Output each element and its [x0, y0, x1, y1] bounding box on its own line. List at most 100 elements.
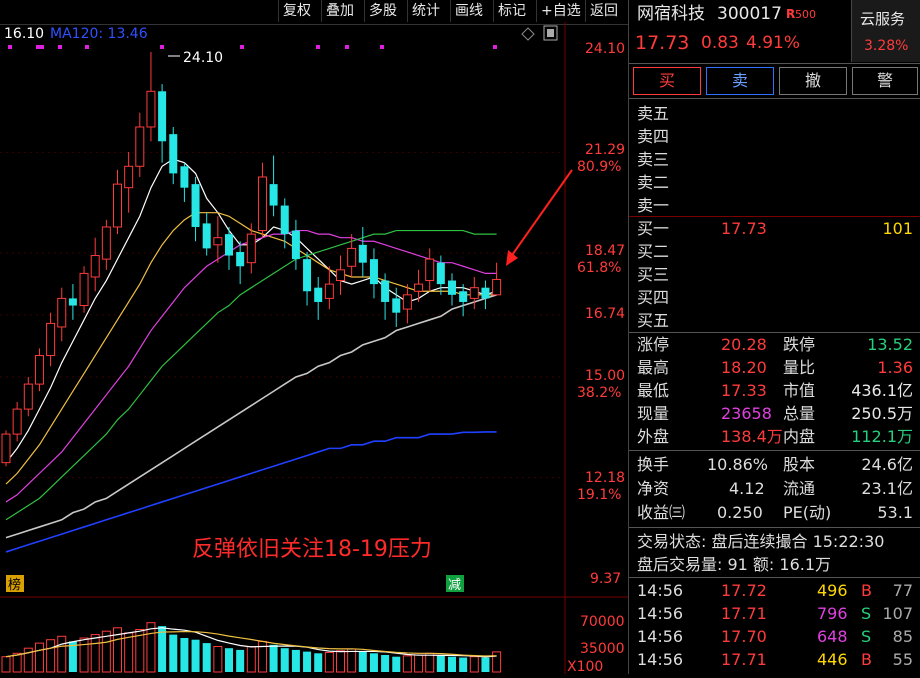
kline-chart[interactable]: 16.10 MA120: 13.46 24.10 反弹依旧关注18-19压力 榜… [0, 22, 628, 675]
price-tick: 9.37 [590, 571, 621, 587]
stat-label: 现量 [637, 404, 670, 423]
toolbar-mark-button[interactable]: 标记 [493, 0, 530, 22]
volume-bar [57, 635, 67, 673]
sell-button[interactable]: 卖 [706, 67, 774, 95]
toolbar-multi-stock-button[interactable]: 多股 [364, 0, 401, 22]
tick-volume: 446 [817, 650, 848, 669]
price-change: 0.83 [701, 33, 739, 53]
candle-body [57, 297, 67, 328]
candle-body [158, 91, 167, 142]
volume-bar [225, 648, 233, 672]
volume-bar [191, 639, 200, 672]
volume-bar [146, 622, 156, 673]
tick-time: 14:56 [637, 650, 684, 669]
toolbar-overlay-button[interactable]: 叠加 [321, 0, 358, 22]
bid-row[interactable]: 买一 17.73 101 [629, 217, 920, 240]
candle-body [303, 259, 312, 292]
candle-body [324, 283, 334, 299]
stat-label: PE(动) [783, 503, 832, 522]
event-marker [85, 45, 89, 49]
diamond-icon[interactable] [521, 27, 535, 41]
ask-label: 卖五 [637, 104, 670, 123]
volume-bar [459, 657, 468, 672]
stat-row: 外盘 138.4万 内盘 112.1万 [629, 425, 920, 448]
tick-side: B [861, 650, 872, 669]
stat-value: 4.12 [729, 479, 765, 498]
bid-row[interactable]: 买二 [629, 240, 920, 263]
candle-body [459, 291, 468, 302]
volume-bar [90, 634, 100, 673]
stat-value: 23.1亿 [861, 479, 913, 498]
toolbar-back-button[interactable]: 返回 [585, 0, 622, 22]
candle-body [414, 283, 424, 292]
price-tick: 24.10 [585, 41, 625, 57]
moving-average-lines [5, 158, 497, 553]
volume-bar [34, 642, 44, 673]
stat-row: 现量 23658 总量 250.5万 [629, 402, 920, 425]
annotation-arrow-head [506, 250, 518, 266]
bid-row[interactable]: 买三 [629, 263, 920, 286]
price-row: 17.73 0.83 4.91% [629, 32, 920, 58]
candle-body [347, 247, 357, 267]
candle-body [135, 126, 145, 167]
separator [629, 63, 920, 64]
kline-svg[interactable]: 16.10 MA120: 13.46 24.10 反弹依旧关注18-19压力 榜… [0, 22, 628, 675]
alert-button[interactable]: 警 [852, 67, 918, 95]
separator [629, 577, 920, 578]
tick-side: S [861, 627, 872, 646]
volume-unit: X100 [567, 659, 603, 674]
tick-row: 14:56 17.72 496 B 77 [629, 579, 920, 602]
cloud-service-label: 云服务 [860, 10, 906, 28]
candle-body [291, 230, 300, 260]
fib-tick: 19.1% [577, 487, 621, 503]
rank-badge-label: 榜 [8, 577, 21, 593]
bid-label: 买一 [637, 219, 670, 238]
stat-label: 净资 [637, 479, 670, 498]
ask-label: 卖三 [637, 150, 670, 169]
bid-row[interactable]: 买五 [629, 309, 920, 332]
volume-bar [1, 656, 11, 673]
volume-bar [213, 646, 223, 673]
toolbar-draw-button[interactable]: 画线 [450, 0, 487, 22]
ma120-label: MA120: 13.46 [50, 26, 148, 42]
volume-bar [347, 648, 357, 673]
volume-bar [236, 649, 245, 672]
stat-value: 436.1亿 [851, 381, 913, 400]
ma-line-ma120 [5, 431, 497, 553]
tick-price: 17.71 [721, 604, 767, 623]
bid-label: 买三 [637, 265, 670, 284]
volume-bar [336, 650, 345, 673]
ask-label: 卖二 [637, 173, 670, 192]
volume-bar [202, 643, 211, 672]
volume-bar [469, 656, 479, 673]
toolbar-watchlist-button[interactable]: +自选 [536, 0, 585, 22]
volume-bar [436, 655, 445, 672]
toolbar-adjust-button[interactable]: 复权 [278, 0, 315, 22]
candle-body [358, 244, 367, 263]
candle-body [269, 184, 278, 206]
trade-status-row: 交易状态: 盘后连续撮合 15:22:30 [629, 530, 920, 553]
candle-body [90, 255, 100, 278]
volume-bar [381, 655, 390, 672]
cancel-order-button[interactable]: 撤 [779, 67, 847, 95]
volume-bar [392, 656, 401, 672]
candle-body [425, 258, 435, 282]
candle-body [402, 294, 412, 310]
bid-row[interactable]: 买四 [629, 286, 920, 309]
stat-value: 24.6亿 [861, 455, 913, 474]
ask-label: 卖一 [637, 196, 670, 215]
bid-label: 买四 [637, 288, 670, 307]
candle-body [46, 322, 56, 357]
ask-row: 卖五 [629, 102, 920, 125]
volume-bar [369, 653, 378, 672]
buy-button[interactable]: 买 [633, 67, 701, 95]
event-marker [316, 45, 320, 49]
tick-row: 14:56 17.71 796 S 107 [629, 602, 920, 625]
tick-count: 77 [892, 581, 913, 600]
volume-bar [414, 654, 424, 673]
candle-body [225, 234, 233, 256]
toolbar-stats-button[interactable]: 统计 [407, 0, 444, 22]
price-tick: 21.29 [585, 142, 625, 158]
price-tick: 12.18 [585, 470, 625, 486]
price-tick: 16.74 [585, 306, 625, 322]
